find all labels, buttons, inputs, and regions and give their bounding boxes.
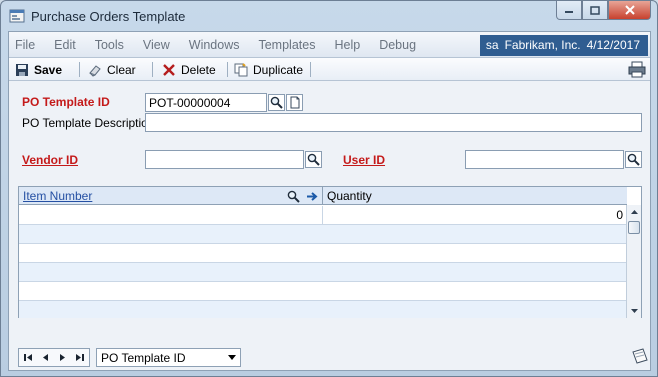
vendor-lookup-button[interactable]	[305, 151, 322, 168]
minimize-button[interactable]	[556, 1, 582, 20]
maximize-button[interactable]	[582, 1, 608, 20]
user-lookup-button[interactable]	[625, 151, 642, 168]
items-grid: Item Number Quantity 0	[18, 186, 642, 318]
last-record-icon[interactable]	[75, 353, 85, 362]
column-item-number-link[interactable]: Item Number	[23, 189, 92, 203]
clear-button[interactable]: Clear	[88, 61, 136, 78]
menu-file[interactable]: File	[15, 38, 35, 52]
company-name: Fabrikam, Inc.	[504, 38, 581, 52]
window-title: Purchase Orders Template	[31, 9, 186, 24]
vendor-id-field[interactable]	[145, 150, 304, 169]
menu-edit[interactable]: Edit	[54, 38, 76, 52]
scroll-down-button[interactable]	[628, 304, 641, 318]
menu-templates[interactable]: Templates	[258, 38, 315, 52]
vendor-id-label-link[interactable]: Vendor ID	[22, 153, 78, 167]
first-record-icon[interactable]	[23, 353, 33, 362]
toolbar-separator	[79, 62, 80, 77]
scroll-down-icon	[631, 308, 638, 313]
quantity-cell[interactable]: 0	[616, 208, 623, 222]
previous-record-icon[interactable]	[42, 353, 49, 362]
item-lookup-button[interactable]	[285, 188, 301, 204]
window-controls	[556, 1, 651, 21]
table-row[interactable]: 0	[19, 206, 627, 225]
column-quantity: Quantity	[327, 189, 372, 203]
delete-x-icon	[163, 63, 175, 76]
search-icon	[270, 96, 283, 109]
search-icon	[287, 190, 300, 203]
window-client-area: File Edit Tools View Windows Templates H…	[8, 31, 651, 371]
app-window-icon	[9, 9, 25, 23]
purchase-orders-template-window: Purchase Orders Template File Edit Tools…	[0, 0, 658, 377]
new-document-icon	[290, 96, 299, 109]
next-record-icon[interactable]	[59, 353, 66, 362]
save-icon	[16, 63, 28, 76]
clear-label: Clear	[107, 62, 136, 77]
toolbar-separator	[152, 62, 153, 77]
minimize-icon	[565, 11, 573, 13]
expand-row-button[interactable]	[304, 188, 320, 204]
po-template-description-label: PO Template Description	[22, 116, 155, 130]
maximize-icon	[590, 5, 600, 15]
table-row[interactable]	[19, 282, 627, 301]
user-date: 4/12/2017	[586, 38, 640, 52]
search-icon	[307, 153, 320, 166]
user-id-label-link[interactable]: User ID	[343, 153, 385, 167]
menu-tools[interactable]: Tools	[95, 38, 124, 52]
scroll-thumb[interactable]	[628, 221, 640, 234]
duplicate-button[interactable]: Duplicate	[234, 61, 303, 78]
duplicate-label: Duplicate	[253, 62, 304, 77]
toolbar-separator	[310, 62, 311, 77]
save-button[interactable]: Save	[15, 61, 62, 78]
menu-windows[interactable]: Windows	[189, 38, 240, 52]
scroll-up-button[interactable]	[628, 205, 641, 219]
action-toolbar: Save Clear Delete Duplicate	[9, 58, 650, 81]
po-template-id-field[interactable]: POT-00000004	[145, 93, 267, 112]
grid-header: Item Number Quantity	[19, 187, 627, 205]
table-row[interactable]	[19, 301, 627, 318]
browse-sort-select[interactable]: PO Template ID	[96, 348, 241, 367]
browse-bar: PO Template ID	[18, 346, 648, 368]
user-id-field[interactable]	[465, 150, 624, 169]
arrow-right-icon	[307, 191, 318, 201]
scroll-up-icon	[631, 209, 638, 214]
chevron-down-icon	[228, 355, 236, 360]
delete-label: Delete	[181, 62, 216, 77]
close-button[interactable]	[608, 1, 651, 20]
delete-button[interactable]: Delete	[162, 61, 216, 78]
eraser-icon	[89, 64, 101, 77]
title-bar[interactable]: Purchase Orders Template	[1, 1, 657, 31]
sort-select-value: PO Template ID	[101, 351, 186, 365]
close-icon	[624, 5, 635, 15]
po-template-id-label: PO Template ID	[22, 95, 110, 109]
print-icon[interactable]	[628, 61, 646, 78]
table-row[interactable]	[19, 263, 627, 282]
table-row[interactable]	[19, 244, 627, 263]
po-template-lookup-button[interactable]	[268, 94, 285, 111]
po-template-new-button[interactable]	[286, 94, 303, 111]
save-label: Save	[34, 62, 63, 77]
po-template-description-field[interactable]	[145, 113, 642, 132]
column-divider	[322, 187, 323, 205]
note-icon[interactable]	[631, 347, 649, 365]
search-icon	[627, 153, 640, 166]
table-row[interactable]	[19, 225, 627, 244]
menu-view[interactable]: View	[143, 38, 170, 52]
user-company-date[interactable]: sa Fabrikam, Inc. 4/12/2017	[479, 35, 648, 56]
cell-divider	[322, 206, 323, 225]
grid-vertical-scrollbar[interactable]	[626, 205, 641, 318]
record-navigation	[18, 348, 90, 367]
menu-debug[interactable]: Debug	[379, 38, 416, 52]
menu-items: File Edit Tools View Windows Templates H…	[15, 38, 435, 52]
user-name: sa	[485, 38, 499, 52]
menu-bar: File Edit Tools View Windows Templates H…	[9, 32, 650, 58]
duplicate-icon	[234, 62, 248, 76]
toolbar-separator	[227, 62, 228, 77]
menu-help[interactable]: Help	[334, 38, 360, 52]
